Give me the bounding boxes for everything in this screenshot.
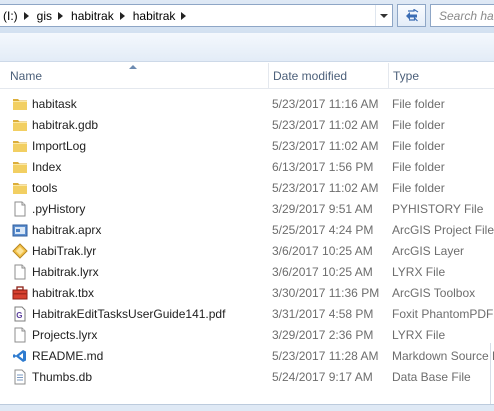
file-type: PYHISTORY File: [392, 202, 484, 216]
file-date-modified: 3/6/2017 10:25 AM: [272, 265, 373, 279]
pdf-icon: G: [12, 306, 28, 322]
file-name[interactable]: HabitrakEditTasksUserGuide141.pdf: [32, 307, 225, 321]
file-name[interactable]: habitask: [32, 97, 77, 111]
file-date-modified: 5/23/2017 11:02 AM: [272, 118, 379, 132]
breadcrumb-gis[interactable]: gis: [34, 5, 68, 26]
file-date-modified: 3/31/2017 4:58 PM: [272, 307, 374, 321]
file-type: Markdown Source Fi: [392, 349, 494, 363]
file-type: ArcGIS Project File: [392, 223, 494, 237]
file-name[interactable]: Projects.lyrx: [32, 328, 97, 342]
blank-file-icon: [12, 264, 28, 280]
column-header-name[interactable]: Name: [6, 63, 266, 89]
breadcrumb-label[interactable]: habitrak: [130, 9, 179, 23]
file-row[interactable]: Index 6/13/2017 1:56 PM File folder: [0, 157, 494, 178]
file-row[interactable]: habitask 5/23/2017 11:16 AM File folder: [0, 94, 494, 115]
file-row[interactable]: Habitrak.lyrx 3/6/2017 10:25 AM LYRX File: [0, 262, 494, 283]
file-type: File folder: [392, 181, 445, 195]
folder-icon: [12, 138, 28, 154]
file-name[interactable]: README.md: [32, 349, 103, 363]
file-date-modified: 5/23/2017 11:28 AM: [272, 349, 379, 363]
file-date-modified: 5/24/2017 9:17 AM: [272, 370, 373, 384]
file-row[interactable]: README.md 5/23/2017 11:28 AM Markdown Sour…: [0, 346, 494, 367]
file-name[interactable]: Thumbs.db: [32, 370, 92, 384]
file-date-modified: 3/30/2017 11:36 PM: [272, 286, 380, 300]
address-bar[interactable]: (I:) gis habitrak habitrak: [0, 4, 393, 27]
file-date-modified: 5/23/2017 11:16 AM: [272, 97, 379, 111]
file-type: LYRX File: [392, 265, 446, 279]
file-type: File folder: [392, 97, 445, 111]
file-row[interactable]: ImportLog 5/23/2017 11:02 AM File folder: [0, 136, 494, 157]
folder-icon: [12, 96, 28, 112]
file-row[interactable]: .pyHistory 3/29/2017 9:51 AM PYHISTORY Fil…: [0, 199, 494, 220]
file-name[interactable]: habitrak.tbx: [32, 286, 94, 300]
file-name[interactable]: .pyHistory: [32, 202, 85, 216]
breadcrumb-habitrak-current[interactable]: habitrak: [130, 5, 192, 26]
file-row[interactable]: habitrak.tbx 3/30/2017 11:36 PM ArcGIS Too…: [0, 283, 494, 304]
file-date-modified: 3/29/2017 2:36 PM: [272, 328, 374, 342]
breadcrumb-separator-icon[interactable]: [58, 11, 64, 20]
file-row[interactable]: G HabitrakEditTasksUserGuide141.pdf 3/31/2…: [0, 304, 494, 325]
scrollbar-track[interactable]: [490, 343, 494, 404]
file-type: LYRX File: [392, 328, 446, 342]
breadcrumb-label[interactable]: habitrak: [68, 9, 117, 23]
file-row[interactable]: habitrak.gdb 5/23/2017 11:02 AM File folde…: [0, 115, 494, 136]
file-date-modified: 3/29/2017 9:51 AM: [272, 202, 373, 216]
file-date-modified: 5/23/2017 11:02 AM: [272, 139, 379, 153]
folder-icon: [12, 180, 28, 196]
address-history-button[interactable]: [375, 5, 392, 26]
file-name[interactable]: HabiTrak.lyr: [32, 244, 96, 258]
file-name[interactable]: Habitrak.lyrx: [32, 265, 99, 279]
chevron-down-icon: [380, 13, 388, 18]
file-name[interactable]: tools: [32, 181, 57, 195]
db-file-icon: [12, 369, 28, 385]
search-placeholder: Search hab: [439, 8, 494, 23]
status-strip: [0, 404, 494, 411]
file-name[interactable]: Index: [32, 160, 61, 174]
address-toolbar: (I:) gis habitrak habitrak Search hab: [0, 0, 494, 33]
file-type: ArcGIS Toolbox: [392, 286, 476, 300]
blank-file-icon: [12, 201, 28, 217]
file-row[interactable]: tools 5/23/2017 11:02 AM File folder: [0, 178, 494, 199]
column-header-row: Name Date modified Type: [0, 63, 494, 89]
breadcrumb-label[interactable]: (I:): [0, 9, 21, 23]
breadcrumb-label[interactable]: gis: [34, 9, 55, 23]
file-row[interactable]: habitrak.aprx 5/25/2017 4:24 PM ArcGIS Pro…: [0, 220, 494, 241]
refresh-icon: [405, 8, 418, 21]
blank-file-icon: [12, 327, 28, 343]
file-name[interactable]: habitrak.aprx: [32, 223, 101, 237]
column-header-type[interactable]: Type: [388, 63, 494, 89]
file-date-modified: 3/6/2017 10:25 AM: [272, 244, 373, 258]
breadcrumb-separator-icon[interactable]: [23, 11, 29, 20]
file-date-modified: 5/23/2017 11:02 AM: [272, 181, 379, 195]
breadcrumb-separator-icon[interactable]: [181, 11, 187, 20]
svg-text:G: G: [16, 311, 22, 320]
arcgis-project-icon: [12, 222, 28, 238]
file-type: Data Base File: [392, 370, 471, 384]
file-row[interactable]: Thumbs.db 5/24/2017 9:17 AM Data Base File: [0, 367, 494, 388]
file-type: File folder: [392, 139, 445, 153]
column-header-date-modified[interactable]: Date modified: [268, 63, 387, 89]
arcgis-layer-icon: [12, 243, 28, 259]
refresh-button[interactable]: [397, 4, 426, 27]
file-type: File folder: [392, 160, 445, 174]
command-bar: [0, 33, 494, 62]
toolbox-icon: [12, 285, 28, 301]
file-list: habitask 5/23/2017 11:16 AM File folder hab…: [0, 94, 494, 388]
breadcrumb-habitrak[interactable]: habitrak: [68, 5, 130, 26]
search-input[interactable]: Search hab: [430, 4, 494, 27]
folder-icon: [12, 117, 28, 133]
file-row[interactable]: Projects.lyrx 3/29/2017 2:36 PM LYRX File: [0, 325, 494, 346]
file-type: ArcGIS Layer: [392, 244, 465, 258]
file-date-modified: 5/25/2017 4:24 PM: [272, 223, 374, 237]
vscode-file-icon: [12, 348, 28, 364]
file-date-modified: 6/13/2017 1:56 PM: [272, 160, 374, 174]
breadcrumb-separator-icon[interactable]: [119, 11, 125, 20]
file-type: Foxit PhantomPDF D: [392, 307, 494, 321]
file-name[interactable]: habitrak.gdb: [32, 118, 98, 132]
file-name[interactable]: ImportLog: [32, 139, 86, 153]
file-type: File folder: [392, 118, 445, 132]
file-row[interactable]: HabiTrak.lyr 3/6/2017 10:25 AM ArcGIS Laye…: [0, 241, 494, 262]
folder-icon: [12, 159, 28, 175]
breadcrumb-drive[interactable]: (I:): [0, 5, 34, 26]
